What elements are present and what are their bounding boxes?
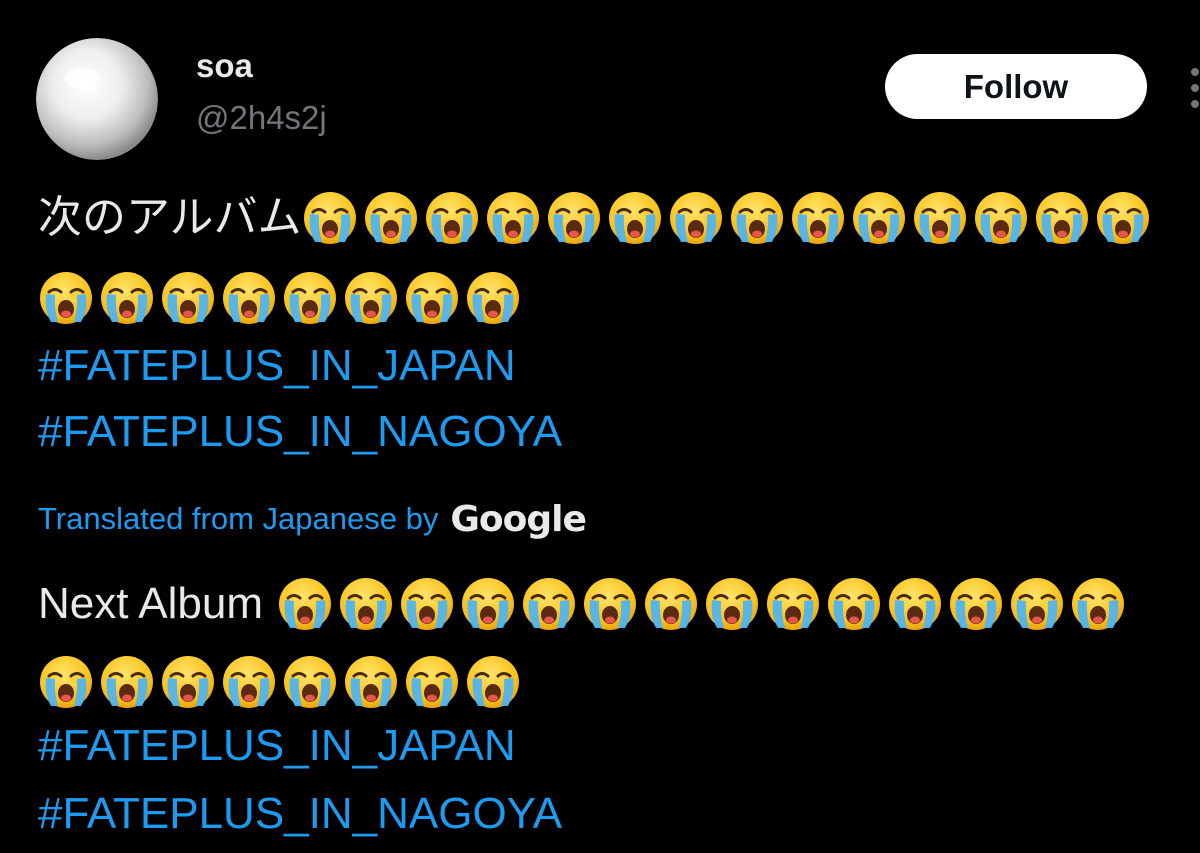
loudly-crying-face-emoji: [521, 576, 577, 632]
translated-hashtag-japan[interactable]: #FATEPLUS_IN_JAPAN: [38, 718, 516, 774]
loudly-crying-face-emoji: [582, 576, 638, 632]
original-hashtag-japan[interactable]: #FATEPLUS_IN_JAPAN: [38, 338, 516, 394]
loudly-crying-face-emoji: [826, 576, 882, 632]
loudly-crying-face-emoji: [485, 190, 541, 246]
loudly-crying-face-emoji: [729, 190, 785, 246]
loudly-crying-face-emoji: [338, 576, 394, 632]
avatar[interactable]: [36, 38, 158, 160]
loudly-crying-face-emoji: [99, 270, 155, 326]
loudly-crying-face-emoji: [668, 190, 724, 246]
loudly-crying-face-emoji: [765, 576, 821, 632]
loudly-crying-face-emoji: [404, 654, 460, 710]
loudly-crying-face-emoji: [790, 190, 846, 246]
original-hashtag-nagoya[interactable]: #FATEPLUS_IN_NAGOYA: [38, 404, 562, 460]
translated-text-line-1: Next Album: [38, 572, 1131, 636]
loudly-crying-face-emoji: [282, 654, 338, 710]
loudly-crying-face-emoji: [363, 190, 419, 246]
loudly-crying-face-emoji: [343, 270, 399, 326]
loudly-crying-face-emoji: [221, 270, 277, 326]
translated-hashtag-nagoya[interactable]: #FATEPLUS_IN_NAGOYA: [38, 786, 562, 842]
loudly-crying-face-emoji: [912, 190, 968, 246]
loudly-crying-face-emoji: [465, 270, 521, 326]
loudly-crying-face-emoji: [643, 576, 699, 632]
loudly-crying-face-emoji: [948, 576, 1004, 632]
loudly-crying-face-emoji: [704, 576, 760, 632]
loudly-crying-face-emoji: [160, 654, 216, 710]
loudly-crying-face-emoji: [343, 654, 399, 710]
loudly-crying-face-emoji: [221, 654, 277, 710]
loudly-crying-face-emoji: [607, 190, 663, 246]
loudly-crying-face-emoji: [546, 190, 602, 246]
translated-text-line-2: [38, 650, 526, 714]
original-text: 次のアルバム: [38, 193, 302, 242]
loudly-crying-face-emoji: [99, 654, 155, 710]
loudly-crying-face-emoji: [465, 654, 521, 710]
loudly-crying-face-emoji: [404, 270, 460, 326]
loudly-crying-face-emoji: [399, 576, 455, 632]
translated-emoji-row-1: [277, 576, 1131, 632]
translated-emoji-row-2: [38, 654, 526, 710]
original-emoji-row-1: [302, 190, 1156, 246]
translation-attribution: Translated from Japanese by Google: [38, 494, 587, 544]
loudly-crying-face-emoji: [277, 576, 333, 632]
google-logo: Google: [450, 498, 587, 540]
more-options-icon[interactable]: [1183, 66, 1200, 110]
loudly-crying-face-emoji: [160, 270, 216, 326]
loudly-crying-face-emoji: [302, 190, 358, 246]
original-text-line-1: 次のアルバム: [38, 186, 1156, 250]
loudly-crying-face-emoji: [282, 270, 338, 326]
loudly-crying-face-emoji: [460, 576, 516, 632]
loudly-crying-face-emoji: [38, 654, 94, 710]
translated-from-label[interactable]: Translated from Japanese by: [38, 501, 438, 537]
original-emoji-row-2: [38, 270, 526, 326]
loudly-crying-face-emoji: [1095, 190, 1151, 246]
loudly-crying-face-emoji: [424, 190, 480, 246]
author-handle[interactable]: @2h4s2j: [196, 98, 327, 138]
loudly-crying-face-emoji: [1034, 190, 1090, 246]
translated-text: Next Album: [38, 579, 263, 628]
loudly-crying-face-emoji: [887, 576, 943, 632]
original-text-line-2: [38, 266, 526, 330]
loudly-crying-face-emoji: [1009, 576, 1065, 632]
author-display-name[interactable]: soa: [196, 46, 253, 86]
loudly-crying-face-emoji: [1070, 576, 1126, 632]
follow-button[interactable]: Follow: [885, 54, 1147, 119]
loudly-crying-face-emoji: [973, 190, 1029, 246]
loudly-crying-face-emoji: [38, 270, 94, 326]
loudly-crying-face-emoji: [851, 190, 907, 246]
